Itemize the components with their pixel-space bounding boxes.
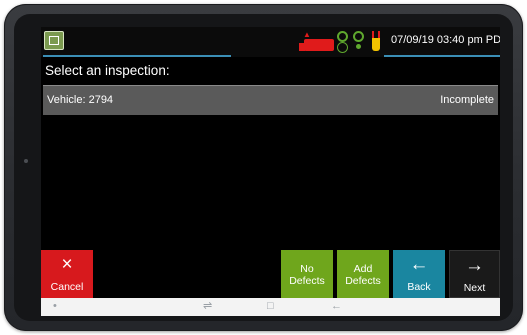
add-defects-button[interactable]: Add Defects	[337, 250, 389, 298]
home-icon[interactable]: □	[267, 299, 274, 313]
next-label: Next	[463, 282, 486, 294]
app-icon[interactable]	[44, 31, 64, 50]
no-defects-button[interactable]: No Defects	[281, 250, 333, 298]
camera-dot	[24, 159, 28, 163]
signal-icon	[353, 31, 364, 53]
gps-icon	[337, 31, 348, 53]
add-defects-label-2: Defects	[345, 275, 381, 287]
status-underline-right	[384, 55, 500, 57]
back-label: Back	[407, 281, 431, 293]
status-datetime: 07/09/19 03:40 pm PDT	[391, 34, 500, 46]
cancel-label: Cancel	[50, 281, 84, 293]
next-button[interactable]: → Next	[449, 250, 500, 298]
close-icon: ×	[61, 254, 73, 275]
inspection-vehicle: Vehicle: 2794	[47, 94, 114, 106]
tablet-frame: ▲ 07/09/19 03:40 pm PDT Select an inspec…	[4, 4, 523, 331]
no-defects-label-2: Defects	[289, 275, 325, 287]
inspection-status: Incomplete	[440, 94, 494, 106]
status-bar: ▲ 07/09/19 03:40 pm PDT	[41, 27, 500, 57]
truck-alert-icon: ▲	[303, 30, 311, 39]
recents-icon[interactable]: ⇌	[203, 299, 212, 313]
back-button[interactable]: ← Back	[393, 250, 445, 298]
status-underline-left	[43, 55, 231, 57]
android-nav-bar: • ⇌ □ ←	[41, 298, 500, 316]
inspection-row[interactable]: Vehicle: 2794 Incomplete	[43, 85, 498, 115]
page-title: Select an inspection:	[45, 63, 170, 78]
dot-icon: •	[53, 300, 57, 312]
arrow-right-icon: →	[465, 255, 484, 276]
action-bar: × Cancel No Defects Add Defects ← Back →…	[41, 250, 500, 298]
truck-icon	[299, 39, 334, 51]
app-screen: ▲ 07/09/19 03:40 pm PDT Select an inspec…	[41, 27, 500, 316]
cancel-button[interactable]: × Cancel	[41, 250, 93, 298]
power-plug-icon	[372, 31, 380, 51]
no-defects-label-1: No	[300, 263, 314, 275]
add-defects-label-1: Add	[353, 263, 373, 275]
back-nav-icon[interactable]: ←	[331, 299, 342, 313]
arrow-left-icon: ←	[409, 254, 429, 275]
